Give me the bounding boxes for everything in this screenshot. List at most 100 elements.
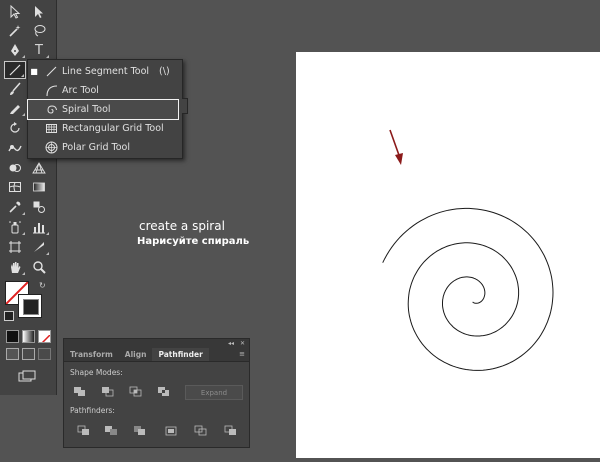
intersect-button[interactable] <box>129 386 143 398</box>
screen-mode-button[interactable] <box>18 367 36 382</box>
trim-button[interactable] <box>104 425 118 437</box>
divide-button[interactable] <box>77 425 91 437</box>
slice-tool[interactable] <box>28 238 50 256</box>
unite-button[interactable] <box>73 386 87 398</box>
rotate-tool[interactable] <box>4 119 26 137</box>
gradient-tool[interactable] <box>28 178 50 196</box>
red-arrow-icon <box>389 129 403 165</box>
crop-button[interactable] <box>164 425 178 437</box>
none-mode-button[interactable] <box>38 330 51 343</box>
tab-align[interactable]: Align <box>119 348 153 361</box>
column-graph-tool[interactable] <box>28 218 50 236</box>
arc-icon <box>45 85 57 97</box>
panel-menu-icon[interactable]: ≡ <box>239 350 245 358</box>
lasso-tool[interactable] <box>28 22 50 40</box>
rectangular-grid-icon <box>45 124 57 133</box>
paintbrush-tool[interactable] <box>4 80 26 98</box>
perspective-grid-tool[interactable] <box>28 159 50 177</box>
flyout-item-arc-tool[interactable]: Arc Tool <box>28 81 178 100</box>
shape-modes-label: Shape Modes: <box>70 368 123 377</box>
type-tool[interactable]: T <box>28 41 50 59</box>
shape-builder-icon <box>9 164 21 172</box>
artboard[interactable] <box>296 52 600 458</box>
minus-front-button[interactable] <box>101 386 115 398</box>
minus-front-icon <box>102 387 114 397</box>
default-fill-stroke-icon[interactable] <box>4 311 14 321</box>
pen-tool[interactable] <box>4 41 26 59</box>
minus-back-button[interactable] <box>224 425 238 437</box>
column-graph-icon <box>33 223 45 234</box>
polar-grid-icon <box>45 141 57 154</box>
divide-icon <box>77 425 89 435</box>
pencil-icon <box>10 105 20 114</box>
swap-fill-stroke-icon[interactable]: ↻ <box>39 281 46 290</box>
tearoff-tab[interactable] <box>182 98 188 114</box>
merge-button[interactable] <box>133 425 147 437</box>
flyout-item-rectangular-grid-tool[interactable]: Rectangular Grid Tool <box>28 119 178 138</box>
draw-inside-button[interactable] <box>38 348 51 360</box>
panel-tabs: Transform Align Pathfinder ≡ <box>64 348 249 362</box>
artboard-icon <box>9 241 21 253</box>
spiral-icon <box>46 105 57 114</box>
flyout-item-label: Polar Grid Tool <box>62 142 130 153</box>
flyout-item-label: Arc Tool <box>62 85 99 96</box>
blend-icon <box>33 201 45 213</box>
selection-tool[interactable] <box>4 3 26 21</box>
warp-tool[interactable] <box>4 139 26 157</box>
pathfinders-label: Pathfinders: <box>70 406 115 415</box>
close-panel-icon[interactable]: ✕ <box>240 340 245 347</box>
tab-pathfinder[interactable]: Pathfinder <box>152 348 209 361</box>
draw-behind-button[interactable] <box>22 348 35 360</box>
outline-button[interactable] <box>194 425 208 437</box>
intersect-icon <box>129 386 142 397</box>
eyedropper-tool[interactable] <box>4 198 26 216</box>
flyout-item-polar-grid-tool[interactable]: Polar Grid Tool <box>28 138 178 157</box>
type-icon: T <box>35 42 43 58</box>
line-tools-flyout: ■ Line Segment Tool (\) Arc Tool Spiral … <box>27 59 188 159</box>
rotate-icon <box>10 122 20 133</box>
flyout-item-shortcut: (\) <box>159 66 170 77</box>
slice-icon <box>34 242 44 252</box>
symbol-sprayer-tool[interactable] <box>4 218 26 236</box>
spiral-path[interactable] <box>382 207 554 371</box>
tab-transform[interactable]: Transform <box>64 348 119 361</box>
hand-icon <box>11 262 21 273</box>
artboard-tool[interactable] <box>4 238 26 256</box>
symbol-sprayer-icon <box>9 221 21 234</box>
artboard-drawing <box>382 129 554 371</box>
outline-icon <box>194 425 207 436</box>
crop-icon <box>165 426 177 436</box>
screen-mode-icon <box>18 370 36 382</box>
magic-wand-tool[interactable] <box>4 22 26 40</box>
minus-back-icon <box>224 425 236 435</box>
pathfinder-panel: ◂◂ ✕ Transform Align Pathfinder ≡ Shape … <box>63 338 250 448</box>
pencil-tool[interactable] <box>4 99 26 117</box>
exclude-icon <box>158 387 169 396</box>
zoom-tool[interactable] <box>28 258 50 276</box>
flyout-item-spiral-tool[interactable]: Spiral Tool <box>27 99 179 120</box>
pen-icon <box>11 44 19 56</box>
draw-normal-button[interactable] <box>6 348 19 360</box>
direct-selection-tool[interactable] <box>28 3 50 21</box>
line-segment-icon <box>9 64 21 76</box>
gradient-icon <box>33 182 45 192</box>
stroke-swatch[interactable] <box>18 294 42 318</box>
exclude-button[interactable] <box>157 386 171 398</box>
line-segment-tool[interactable] <box>4 61 26 79</box>
blend-tool[interactable] <box>28 198 50 216</box>
mesh-tool[interactable] <box>4 178 26 196</box>
flyout-item-line-segment-tool[interactable]: ■ Line Segment Tool (\) <box>28 62 178 81</box>
gradient-mode-button[interactable] <box>22 330 35 343</box>
shape-builder-tool[interactable] <box>4 159 26 177</box>
flyout-item-label: Rectangular Grid Tool <box>62 123 164 134</box>
hand-tool[interactable] <box>4 258 26 276</box>
collapse-panel-icon[interactable]: ◂◂ <box>228 340 234 347</box>
expand-button[interactable]: Expand <box>185 385 243 400</box>
color-mode-button[interactable] <box>6 330 19 343</box>
panel-titlebar: ◂◂ ✕ <box>64 339 249 348</box>
selection-arrow-icon <box>10 5 21 19</box>
trim-icon <box>105 426 117 435</box>
annotation-russian: Нарисуйте спираль <box>137 236 250 247</box>
zoom-icon <box>33 261 46 274</box>
line-segment-icon <box>46 66 56 77</box>
